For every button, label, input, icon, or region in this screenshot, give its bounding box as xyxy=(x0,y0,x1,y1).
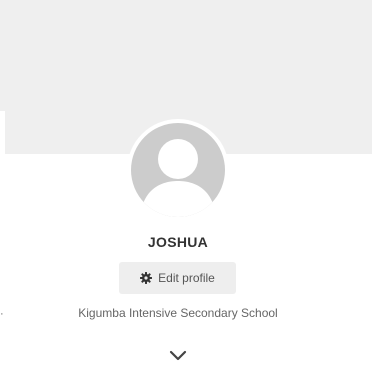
default-user-icon xyxy=(131,123,225,217)
edit-profile-button[interactable]: Edit profile xyxy=(119,262,236,294)
profile-name: JOSHUA xyxy=(147,234,209,250)
cover-photo xyxy=(0,0,372,111)
profile-school: Kigumba Intensive Secondary School xyxy=(78,306,278,320)
chevron-down-icon xyxy=(169,350,187,361)
edit-profile-label: Edit profile xyxy=(158,271,215,285)
expand-profile-button[interactable] xyxy=(166,346,190,366)
gear-icon xyxy=(140,272,153,284)
profile-avatar[interactable] xyxy=(127,119,229,221)
